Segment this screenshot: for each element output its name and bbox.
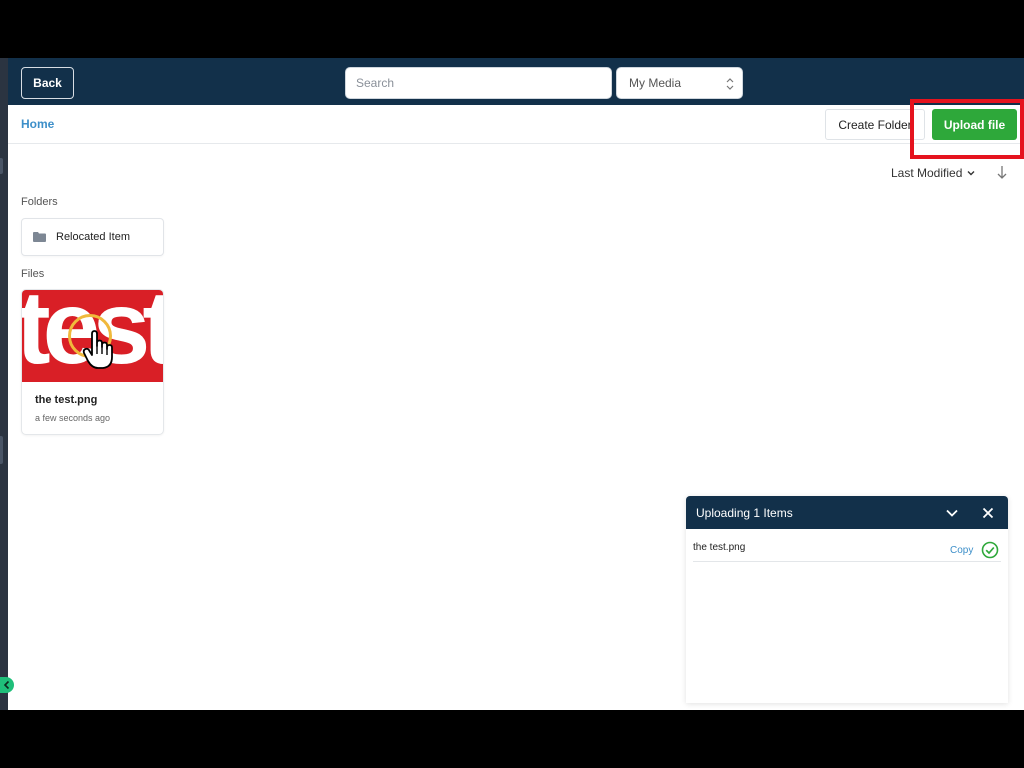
letterbox-top <box>0 0 1024 58</box>
upload-panel-header: Uploading 1 Items <box>686 496 1008 529</box>
letterbox-bottom <box>0 710 1024 768</box>
upload-file-button[interactable]: Upload file <box>932 109 1017 140</box>
file-item[interactable]: test the test.png a few seconds ago <box>21 289 164 435</box>
hand-cursor-icon <box>82 330 113 369</box>
file-thumbnail: test <box>22 290 163 382</box>
media-source-value: My Media <box>629 76 682 90</box>
action-toolbar: Home Create Folder Upload file <box>8 105 1024 144</box>
sort-label: Last Modified <box>891 166 963 180</box>
sidebar-notch <box>0 158 3 174</box>
file-modified-time: a few seconds ago <box>35 413 111 423</box>
file-name: the test.png <box>35 394 98 406</box>
media-source-select[interactable]: My Media <box>616 67 743 99</box>
upload-file-name: the test.png <box>693 542 746 553</box>
folders-section-label: Folders <box>21 196 58 208</box>
select-arrows-icon <box>726 78 734 90</box>
sort-direction-arrow-icon[interactable] <box>995 164 1009 180</box>
check-circle-icon <box>981 541 999 559</box>
collapse-chevron-icon[interactable] <box>944 505 960 521</box>
upload-progress-panel: Uploading 1 Items the test.png Copy <box>686 496 1008 703</box>
chevron-down-icon <box>967 171 975 176</box>
upload-panel-title: Uploading 1 Items <box>696 505 793 520</box>
top-bar: Back My Media <box>8 58 1024 105</box>
upload-list-item: the test.png Copy <box>693 534 1001 562</box>
left-sidebar-edge <box>0 58 8 710</box>
folder-name: Relocated Item <box>56 231 130 243</box>
media-manager: Back My Media Home Create Folder Upload … <box>8 58 1024 710</box>
copy-link-button[interactable]: Copy <box>950 545 973 556</box>
back-button[interactable]: Back <box>21 67 74 99</box>
sort-dropdown[interactable]: Last Modified <box>891 165 976 181</box>
folder-icon <box>33 232 46 242</box>
sidebar-notch <box>0 436 3 464</box>
create-folder-button[interactable]: Create Folder <box>825 109 925 140</box>
files-section-label: Files <box>21 268 45 280</box>
chevron-left-icon <box>3 680 10 690</box>
close-icon[interactable] <box>980 505 996 521</box>
breadcrumb-home[interactable]: Home <box>21 117 54 131</box>
search-input[interactable] <box>345 67 612 99</box>
folder-item[interactable]: Relocated Item <box>21 218 164 256</box>
